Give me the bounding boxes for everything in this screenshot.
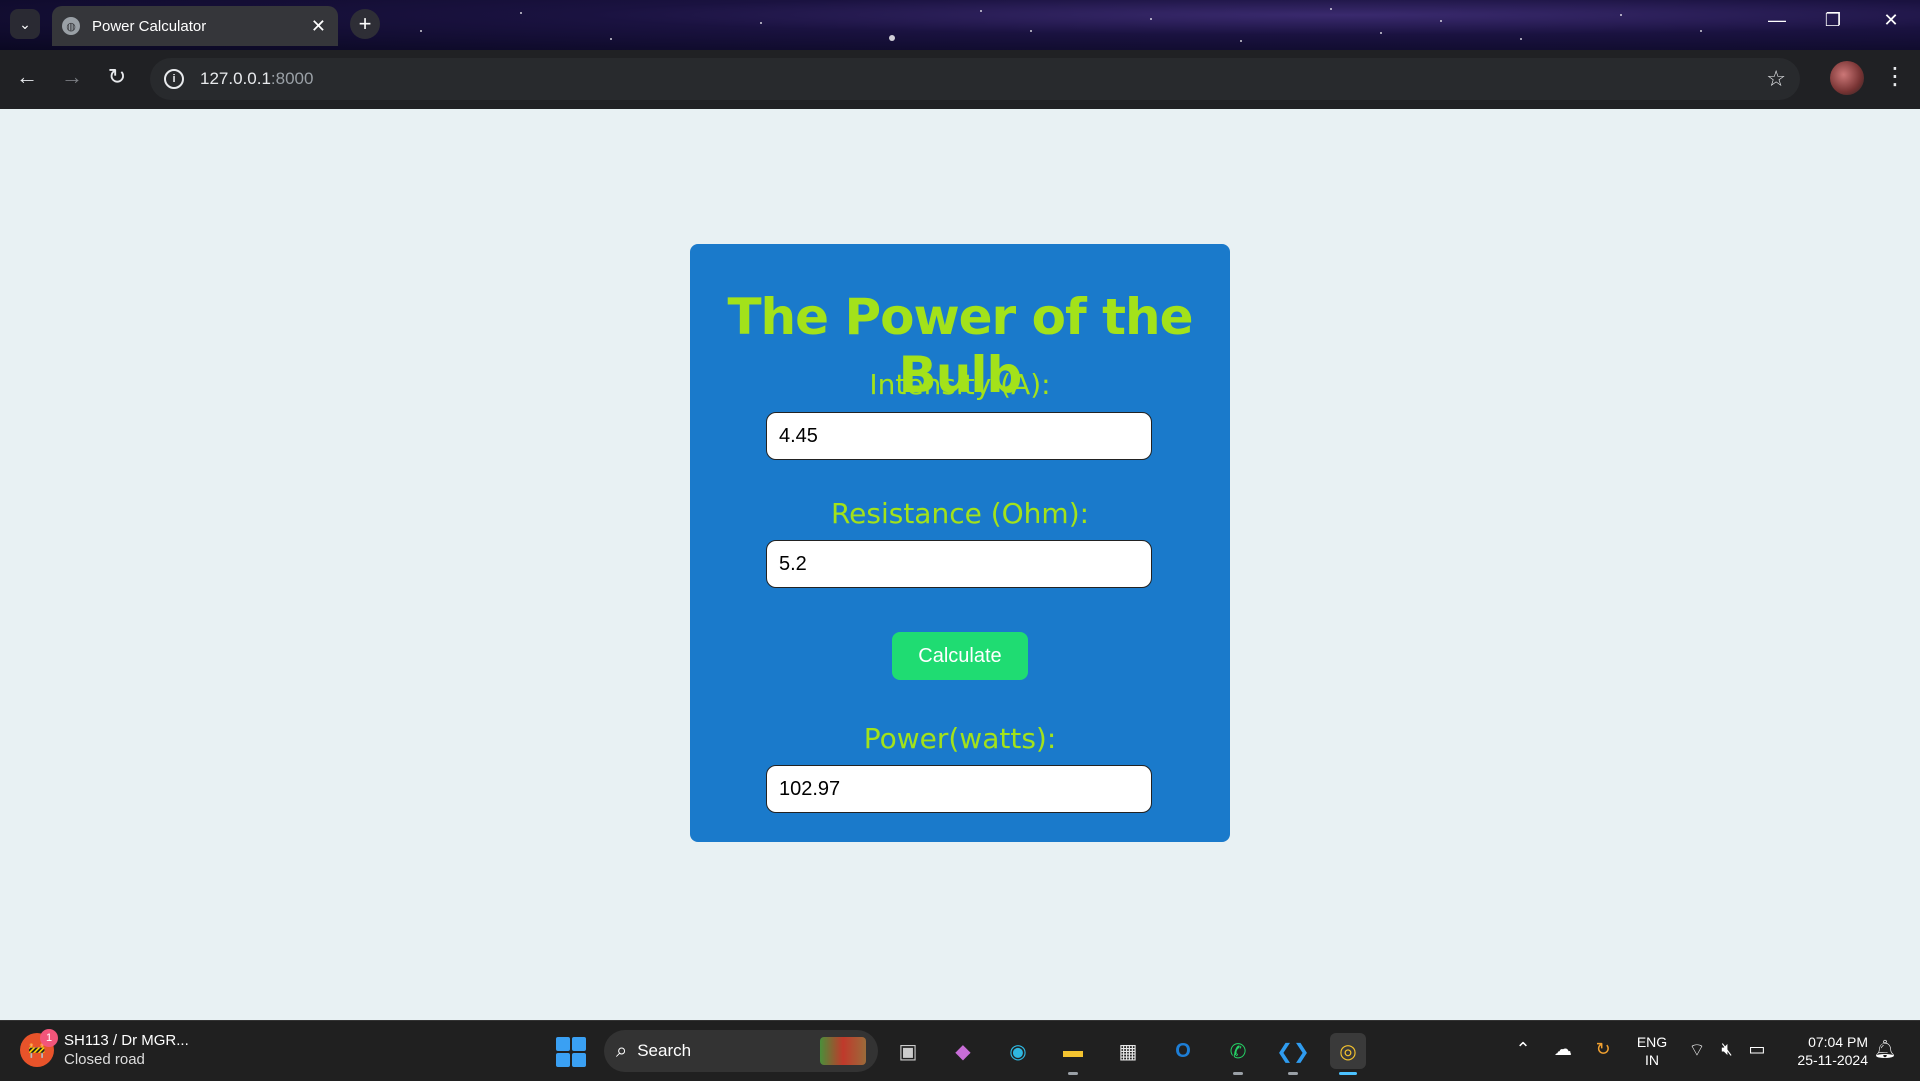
wifi-icon[interactable]: ⌔ [1684, 1039, 1710, 1062]
back-icon[interactable]: ← [12, 64, 42, 90]
more-menu-icon[interactable]: ⋮ [1880, 62, 1910, 91]
minimize-icon[interactable]: — [1762, 10, 1792, 31]
widget-subtitle: Closed road [64, 1051, 145, 1068]
address-bar[interactable]: i 127.0.0.1 :8000 ☆ [150, 58, 1800, 100]
url-host: 127.0.0.1 [200, 69, 271, 88]
edge-icon[interactable]: ◉ [1000, 1033, 1036, 1069]
copilot-icon[interactable]: ◆ [945, 1033, 981, 1069]
site-info-icon[interactable]: i [164, 69, 184, 89]
task-view-icon[interactable]: ▣ [890, 1033, 926, 1069]
power-label: Power(watts): [863, 722, 1057, 755]
tab-title: Power Calculator [92, 17, 207, 35]
sync-icon[interactable]: ↻ [1590, 1039, 1616, 1060]
reload-icon[interactable]: ↻ [102, 64, 132, 90]
clock[interactable]: 07:04 PM 25-11-2024 [1780, 1033, 1868, 1069]
new-tab-button[interactable]: + [350, 9, 380, 39]
outlook-icon[interactable]: O [1165, 1033, 1201, 1069]
browser-tab-strip: ⌄ ◍ Power Calculator ✕ + — ❐ ✕ [0, 0, 1920, 50]
battery-icon[interactable]: ▭ [1744, 1039, 1770, 1060]
tab-search-button[interactable]: ⌄ [10, 9, 40, 39]
chevron-up-icon[interactable]: ⌃ [1510, 1039, 1536, 1060]
file-explorer-icon[interactable]: ▬ [1055, 1033, 1091, 1075]
intensity-label: Intensity (A): [869, 368, 1051, 401]
clock-date: 25-11-2024 [1797, 1052, 1868, 1068]
notification-badge: 1 [40, 1029, 58, 1047]
onedrive-icon[interactable]: ☁ [1550, 1039, 1576, 1060]
bookmark-star-icon[interactable]: ☆ [1766, 66, 1786, 92]
calculate-button[interactable]: Calculate [892, 632, 1028, 680]
browser-tab[interactable]: ◍ Power Calculator ✕ [52, 6, 338, 46]
language-code: ENG [1636, 1034, 1668, 1050]
url-port: :8000 [270, 69, 314, 88]
chevron-down-icon: ⌄ [19, 15, 31, 32]
vscode-icon[interactable]: ❮❯ [1275, 1033, 1311, 1075]
language-indicator[interactable]: ENG IN [1632, 1033, 1672, 1069]
search-placeholder: Search [637, 1041, 692, 1060]
search-icon: ⌕ [616, 1039, 628, 1062]
search-highlight-image [820, 1037, 866, 1065]
traffic-widget[interactable]: 🚧 1 SH113 / Dr MGR... Closed road [20, 1029, 189, 1069]
microsoft-store-icon[interactable]: ▦ [1110, 1033, 1146, 1069]
windows-start-icon[interactable] [556, 1037, 586, 1067]
resistance-label: Resistance (Ohm): [830, 497, 1090, 530]
region-code: IN [1645, 1052, 1659, 1068]
speaker-muted-icon[interactable]: 🔇︎ [1714, 1039, 1740, 1060]
close-window-icon[interactable]: ✕ [1876, 10, 1906, 31]
power-output[interactable] [766, 765, 1152, 813]
whatsapp-icon[interactable]: ✆ [1220, 1033, 1256, 1075]
clock-time: 07:04 PM [1808, 1034, 1868, 1050]
chrome-icon[interactable]: ◎ [1330, 1033, 1366, 1075]
widget-title: SH113 / Dr MGR... [64, 1032, 189, 1049]
close-tab-icon[interactable]: ✕ [311, 16, 326, 37]
browser-toolbar: ← → ↻ i 127.0.0.1 :8000 ☆ ⋮ [0, 50, 1920, 109]
globe-icon: ◍ [62, 17, 80, 35]
intensity-input[interactable] [766, 412, 1152, 460]
taskbar-search[interactable]: ⌕ Search [604, 1030, 878, 1072]
taskbar: 🚧 1 SH113 / Dr MGR... Closed road ⌕ Sear… [0, 1020, 1920, 1081]
calculator-card: The Power of the Bulb Intensity (A): Res… [690, 244, 1230, 842]
notification-bell-icon[interactable]: 🔔︎ [1872, 1039, 1898, 1060]
traffic-icon: 🚧 1 [20, 1029, 58, 1067]
restore-icon[interactable]: ❐ [1818, 10, 1848, 31]
forward-icon[interactable]: → [57, 64, 87, 90]
profile-avatar[interactable] [1830, 61, 1864, 95]
resistance-input[interactable] [766, 540, 1152, 588]
